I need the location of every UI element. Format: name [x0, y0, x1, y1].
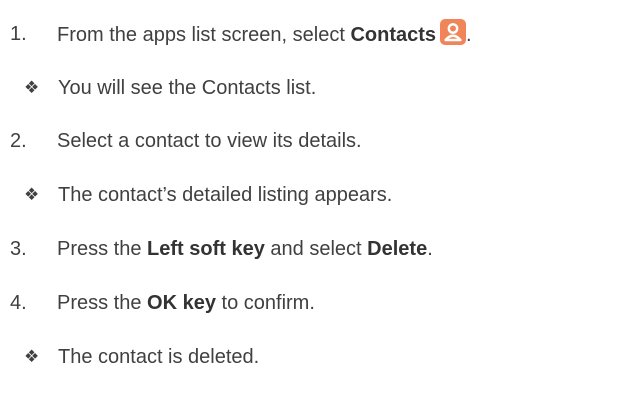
step-number: 3.	[10, 238, 27, 260]
step-text-before: Press the	[57, 292, 148, 314]
step-text: Press the OK key to confirm.	[57, 288, 315, 318]
step-text: From the apps list screen, select Contac…	[57, 19, 472, 50]
step-text-before: From the apps list screen, select	[57, 24, 351, 46]
step-number: 2.	[10, 130, 27, 152]
diamond-bullet-icon: ❖	[24, 78, 40, 97]
step-text: Press the Left soft key and select Delet…	[57, 234, 433, 264]
ok-key-label: OK key	[147, 292, 216, 314]
note-text: The contact is deleted.	[58, 346, 260, 368]
contacts-app-icon	[440, 19, 467, 45]
step-text-before: Press the	[57, 238, 148, 260]
left-soft-key-label: Left soft key	[147, 238, 265, 260]
note-text: The contact’s detailed listing appears.	[58, 184, 393, 206]
step-text-after: .	[466, 24, 472, 46]
delete-label: Delete	[367, 238, 428, 260]
step-number: 1.	[10, 23, 27, 45]
step-number: 4.	[10, 292, 27, 314]
diamond-bullet-icon: ❖	[24, 347, 40, 366]
step-text-after: to confirm.	[215, 292, 315, 314]
contacts-label: Contacts	[350, 24, 437, 46]
diamond-bullet-icon: ❖	[24, 185, 40, 204]
step-text-after: .	[427, 238, 433, 260]
note-text: You will see the Contacts list.	[58, 77, 317, 99]
step-text-middle: and select	[264, 238, 368, 260]
step-text: Select a contact to view its details.	[57, 130, 362, 152]
